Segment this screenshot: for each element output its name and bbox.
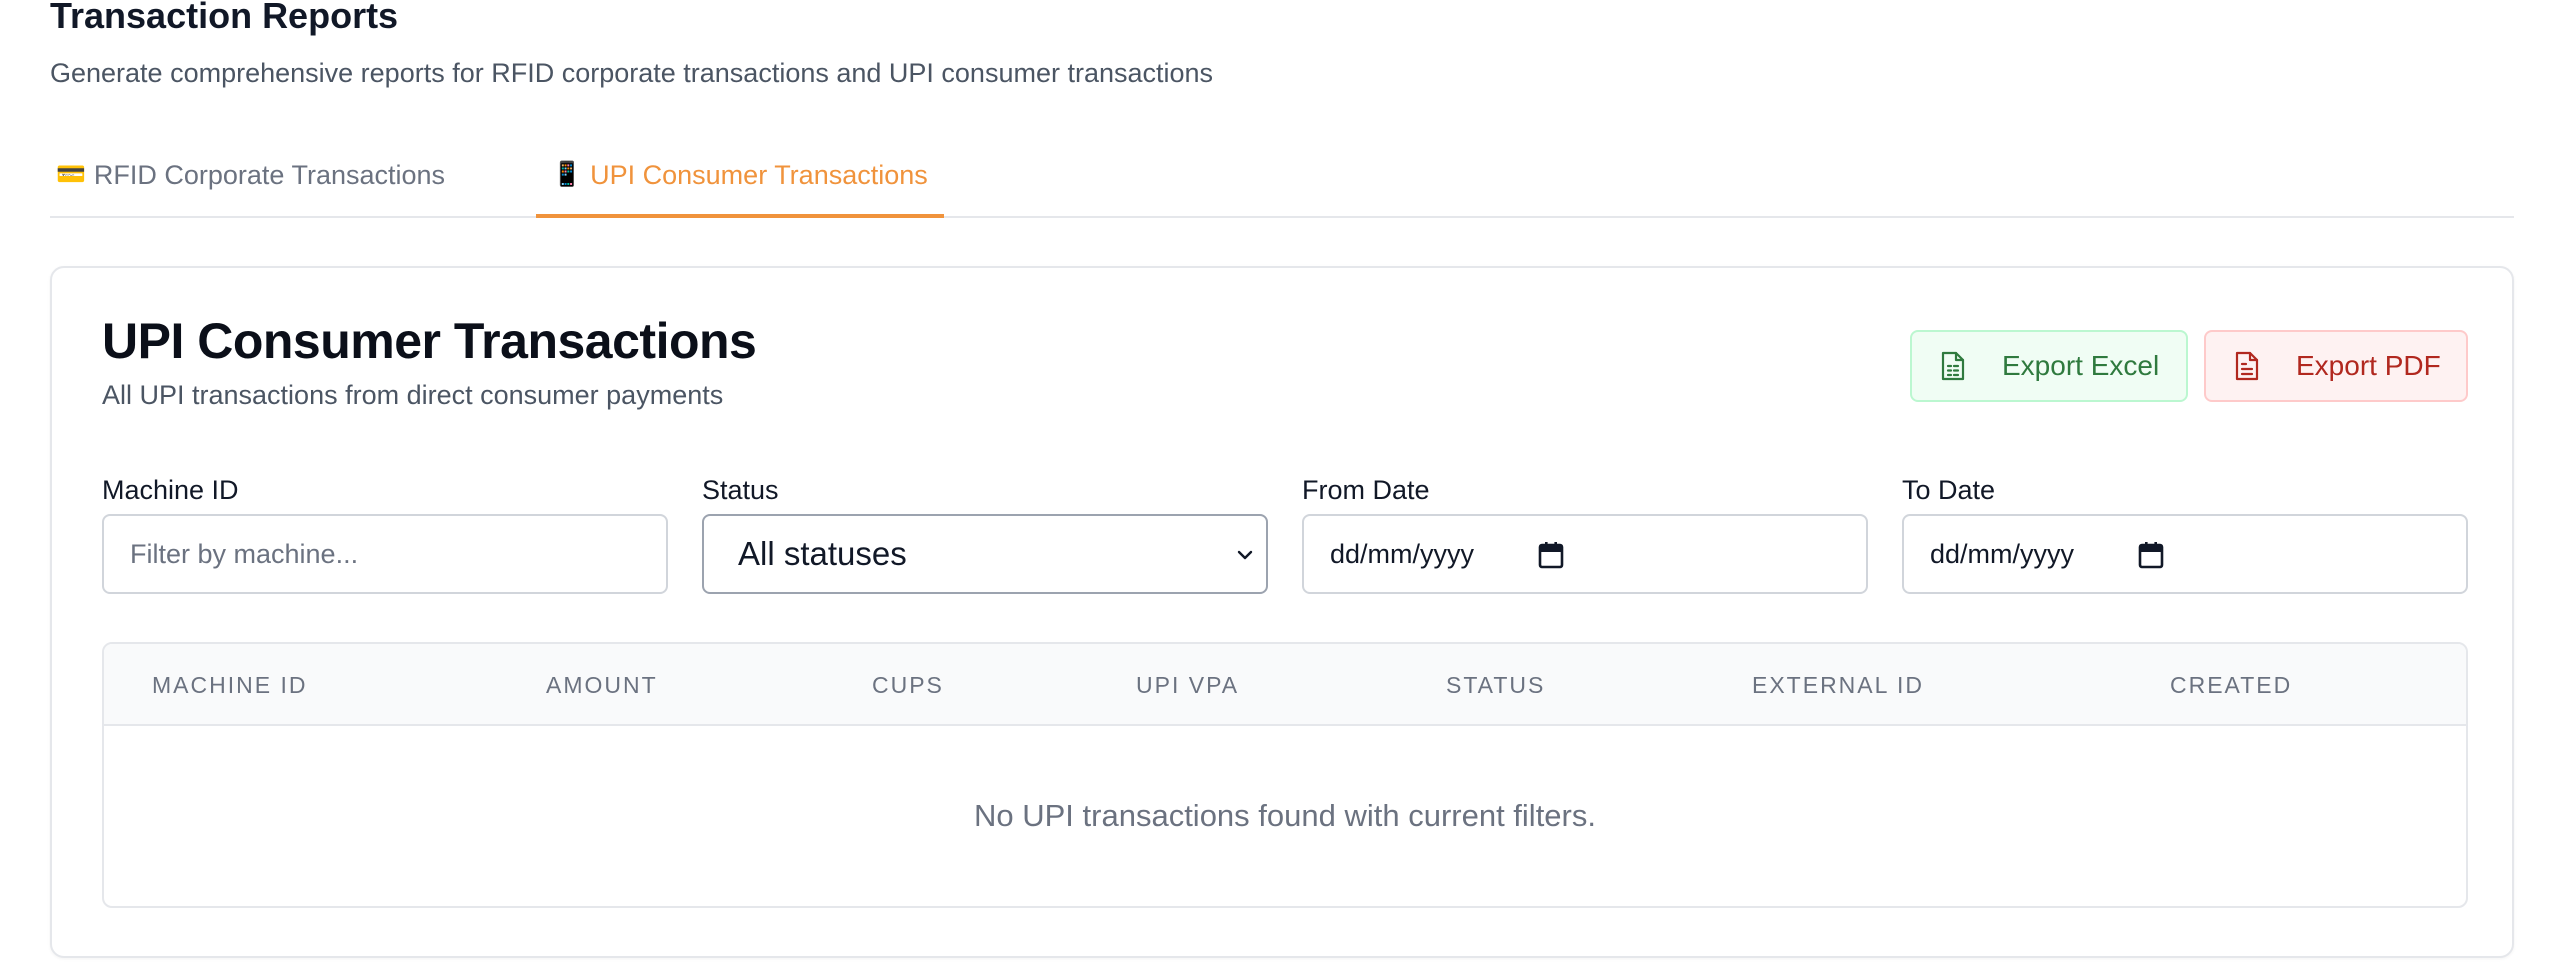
status-select-value: All statuses [738,535,907,572]
column-header-cups[interactable]: CUPS [872,670,944,700]
from-date-label: From Date [1302,475,1430,505]
table-header: MACHINE ID AMOUNT CUPS UPI VPA STATUS EX… [104,644,2466,726]
machine-id-label: Machine ID [102,475,239,505]
document-file-icon [2234,351,2260,381]
mobile-phone-icon: 📱 [552,161,583,188]
card-title: UPI Consumer Transactions [102,313,757,369]
tab-label: UPI Consumer Transactions [590,160,928,190]
page-subtitle: Generate comprehensive reports for RFID … [50,58,1214,88]
to-date-input[interactable]: dd/mm/yyyy [1902,514,2468,594]
from-date-input[interactable]: dd/mm/yyyy [1302,514,1868,594]
column-header-external-id[interactable]: EXTERNAL ID [1752,670,1924,700]
to-date-label: To Date [1902,475,1996,505]
from-date-value: dd/mm/yyyy [1330,538,1475,569]
upi-transactions-card: UPI Consumer Transactions All UPI transa… [50,266,2514,958]
column-header-machine-id[interactable]: MACHINE ID [152,670,307,700]
column-header-created[interactable]: CREATED [2170,670,2292,700]
export-pdf-label: Export PDF [2296,350,2441,381]
page-title: Transaction Reports [50,0,399,36]
column-header-amount[interactable]: AMOUNT [546,670,658,700]
calendar-icon[interactable] [1538,541,1564,569]
export-excel-button[interactable]: Export Excel [1910,330,2188,402]
column-header-upi-vpa[interactable]: UPI VPA [1136,670,1239,700]
spreadsheet-file-icon [1940,351,1966,381]
tab-upi-consumer-transactions[interactable]: 📱 UPI Consumer Transactions [536,150,944,218]
to-date-value: dd/mm/yyyy [1930,538,2075,569]
credit-card-icon: 💳 [56,161,86,188]
column-header-status[interactable]: STATUS [1446,670,1545,700]
report-tabs: 💳 RFID Corporate Transactions 📱 UPI Cons… [50,150,2514,218]
calendar-icon[interactable] [2138,541,2164,569]
tab-label: RFID Corporate Transactions [93,160,446,190]
empty-state-message: No UPI transactions found with current f… [974,798,1596,833]
upi-transactions-table: MACHINE ID AMOUNT CUPS UPI VPA STATUS EX… [102,642,2468,908]
export-pdf-button[interactable]: Export PDF [2204,330,2468,402]
machine-id-field [102,514,668,594]
card-subtitle: All UPI transactions from direct consume… [102,380,724,410]
export-excel-label: Export Excel [2002,350,2160,381]
machine-id-input[interactable] [104,516,666,592]
chevron-down-icon [1234,544,1256,566]
status-select[interactable]: All statuses [702,514,1268,594]
tab-rfid-corporate-transactions[interactable]: 💳 RFID Corporate Transactions [56,150,445,218]
status-label: Status [702,475,779,505]
